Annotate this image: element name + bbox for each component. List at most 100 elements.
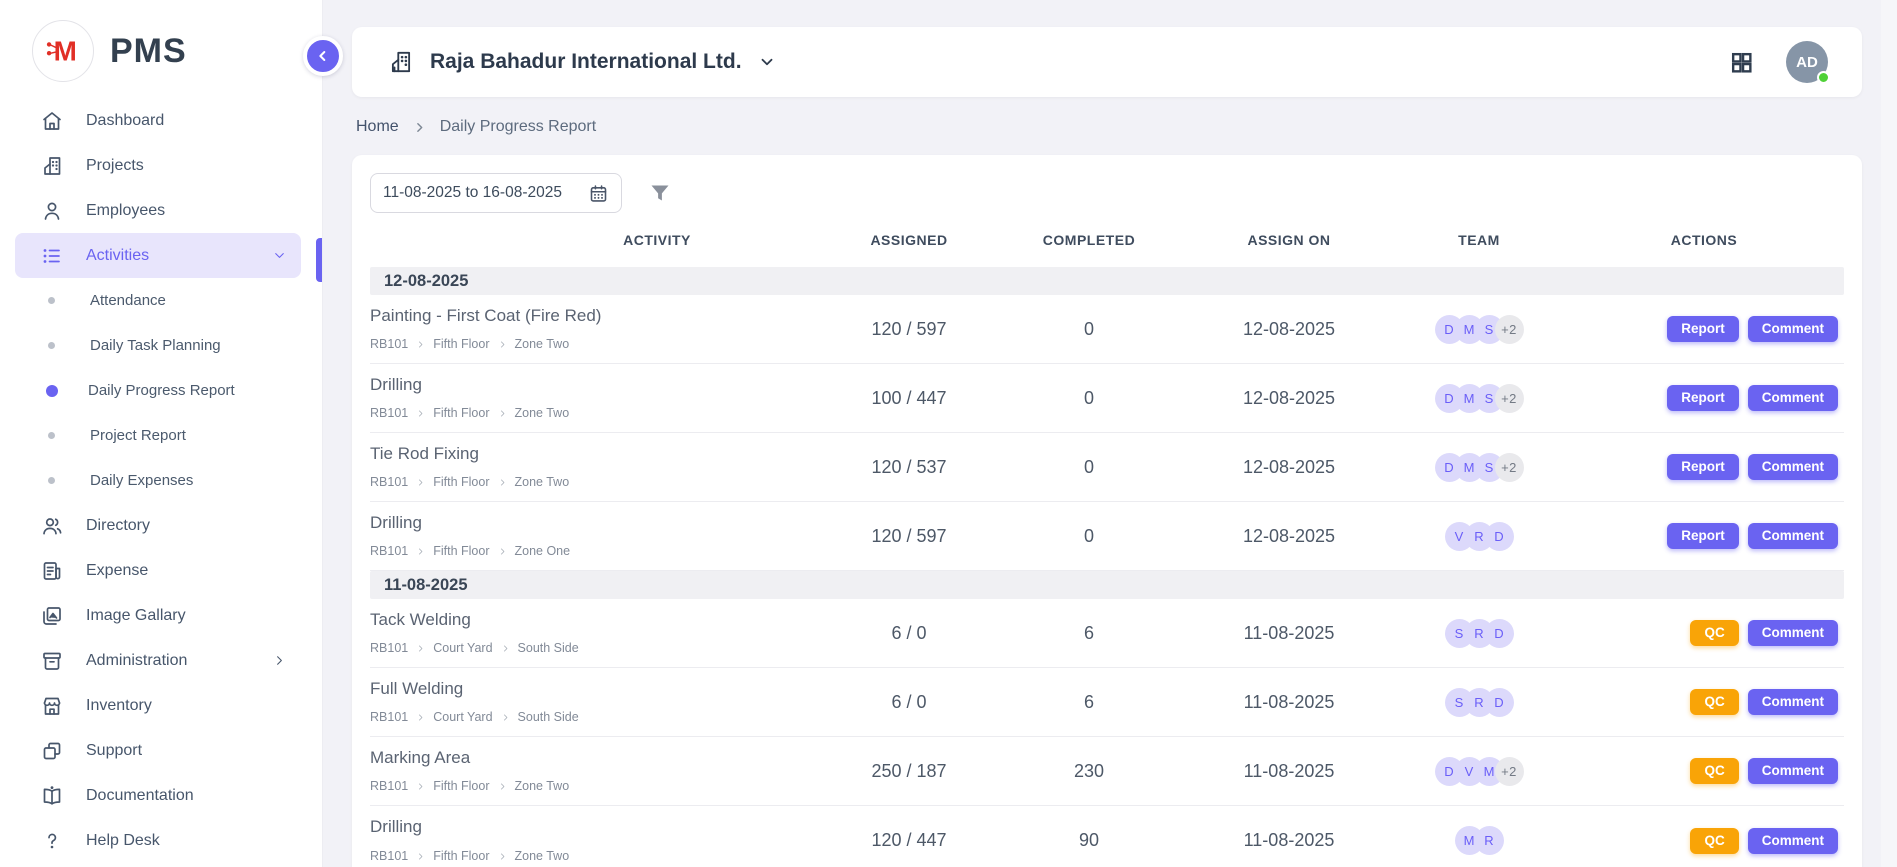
- table-row: DrillingRB101Fifth FloorZone One120 / 59…: [370, 502, 1844, 571]
- team-avatars: MR: [1455, 826, 1504, 855]
- date-range-value: 11-08-2025 to 16-08-2025: [383, 184, 562, 202]
- sidebar-item-directory[interactable]: Directory: [15, 503, 301, 548]
- sidebar-item-expense[interactable]: Expense: [15, 548, 301, 593]
- app-logo[interactable]: M PMS: [0, 0, 322, 96]
- sidebar-subitem-daily-expenses[interactable]: Daily Expenses: [0, 458, 322, 503]
- book-icon: [40, 784, 64, 808]
- activity-title: Tie Rod Fixing: [370, 444, 824, 464]
- filter-funnel-icon[interactable]: [648, 181, 672, 205]
- report-button[interactable]: Report: [1667, 316, 1739, 342]
- sidebar-subitem-daily-progress-report[interactable]: Daily Progress Report: [0, 368, 322, 413]
- comment-button[interactable]: Comment: [1748, 689, 1838, 715]
- path-chevron-icon: [498, 409, 507, 418]
- sidebar-item-documentation[interactable]: Documentation: [15, 773, 301, 818]
- chevron-right-icon: [272, 653, 287, 668]
- bullet-dot-icon: [46, 385, 58, 397]
- path-segment: Fifth Floor: [433, 544, 489, 558]
- sidebar-subitem-attendance[interactable]: Attendance: [0, 278, 322, 323]
- path-segment: RB101: [370, 544, 408, 558]
- table-row: Full WeldingRB101Court YardSouth Side6 /…: [370, 668, 1844, 737]
- company-selector[interactable]: Raja Bahadur International Ltd.: [388, 49, 776, 75]
- date-range-input[interactable]: 11-08-2025 to 16-08-2025: [370, 173, 622, 213]
- qc-button[interactable]: QC: [1690, 620, 1738, 646]
- column-header-assigned: ASSIGNED: [824, 232, 994, 248]
- list-icon: [40, 244, 64, 268]
- team-cell: SRD: [1394, 688, 1564, 717]
- team-cell: DMS+2: [1394, 315, 1564, 344]
- user-avatar[interactable]: AD: [1786, 41, 1828, 83]
- comment-button[interactable]: Comment: [1748, 454, 1838, 480]
- qc-button[interactable]: QC: [1690, 689, 1738, 715]
- team-member-badge: R: [1475, 826, 1504, 855]
- path-segment: Fifth Floor: [433, 406, 489, 420]
- sidebar-subitem-project-report[interactable]: Project Report: [0, 413, 322, 458]
- sidebar-item-help-desk[interactable]: Help Desk: [15, 818, 301, 863]
- actions-cell: Report Comment: [1564, 454, 1844, 480]
- assigned-value: 120 / 447: [824, 830, 994, 851]
- sidebar-subitem-daily-task-planning[interactable]: Daily Task Planning: [0, 323, 322, 368]
- completed-value: 0: [994, 526, 1184, 547]
- path-segment: RB101: [370, 849, 408, 863]
- path-segment: RB101: [370, 710, 408, 724]
- team-cell: DMS+2: [1394, 384, 1564, 413]
- activity-title: Drilling: [370, 375, 824, 395]
- assign-on-value: 12-08-2025: [1184, 388, 1394, 409]
- breadcrumb-home[interactable]: Home: [356, 118, 399, 136]
- team-avatars: DMS+2: [1435, 315, 1524, 344]
- activity-cell: DrillingRB101Fifth FloorZone Two: [370, 806, 824, 867]
- comment-button[interactable]: Comment: [1748, 828, 1838, 854]
- page-scrollbar[interactable]: [1881, 0, 1897, 867]
- team-extra-badge[interactable]: +2: [1495, 453, 1524, 482]
- sidebar-item-activities[interactable]: Activities: [15, 233, 301, 278]
- report-button[interactable]: Report: [1667, 523, 1739, 549]
- path-segment: South Side: [518, 710, 579, 724]
- comment-button[interactable]: Comment: [1748, 385, 1838, 411]
- activity-location-path: RB101Fifth FloorZone Two: [370, 406, 824, 420]
- archive-icon: [40, 649, 64, 673]
- apps-grid-icon[interactable]: [1729, 50, 1754, 75]
- online-status-dot: [1817, 71, 1830, 84]
- comment-button[interactable]: Comment: [1748, 316, 1838, 342]
- comment-button[interactable]: Comment: [1748, 620, 1838, 646]
- report-button[interactable]: Report: [1667, 385, 1739, 411]
- qc-button[interactable]: QC: [1690, 828, 1738, 854]
- report-button[interactable]: Report: [1667, 454, 1739, 480]
- bullet-dot-icon: [48, 297, 55, 304]
- sidebar-item-inventory[interactable]: Inventory: [15, 683, 301, 728]
- team-extra-badge[interactable]: +2: [1495, 315, 1524, 344]
- activity-title: Tack Welding: [370, 610, 824, 630]
- completed-value: 6: [994, 623, 1184, 644]
- assign-on-value: 11-08-2025: [1184, 692, 1394, 713]
- activity-cell: Tie Rod FixingRB101Fifth FloorZone Two: [370, 433, 824, 501]
- sidebar-item-support[interactable]: Support: [15, 728, 301, 773]
- sidebar-item-administration[interactable]: Administration: [15, 638, 301, 683]
- svg-text:M: M: [54, 36, 77, 67]
- sidebar-item-image-gallary[interactable]: Image Gallary: [15, 593, 301, 638]
- team-avatars: SRD: [1445, 619, 1514, 648]
- sidebar-item-projects[interactable]: Projects: [15, 143, 301, 188]
- path-chevron-icon: [498, 547, 507, 556]
- breadcrumb-current: Daily Progress Report: [440, 118, 597, 136]
- sidebar-item-dashboard[interactable]: Dashboard: [15, 98, 301, 143]
- sidebar-item-label: Expense: [86, 562, 148, 580]
- path-segment: South Side: [518, 641, 579, 655]
- comment-button[interactable]: Comment: [1748, 758, 1838, 784]
- sidebar-item-employees[interactable]: Employees: [15, 188, 301, 233]
- path-segment: Fifth Floor: [433, 849, 489, 863]
- sidebar-subitem-label: Daily Progress Report: [88, 382, 235, 399]
- comment-button[interactable]: Comment: [1748, 523, 1838, 549]
- table-row: Marking AreaRB101Fifth FloorZone Two250 …: [370, 737, 1844, 806]
- copy-icon: [40, 739, 64, 763]
- sidebar-collapse-button[interactable]: [303, 36, 343, 76]
- team-extra-badge[interactable]: +2: [1495, 384, 1524, 413]
- sidebar-item-label: Inventory: [86, 697, 152, 715]
- path-chevron-icon: [498, 340, 507, 349]
- sidebar-item-label: Support: [86, 742, 142, 760]
- activity-location-path: RB101Fifth FloorZone Two: [370, 779, 824, 793]
- app-name: PMS: [110, 32, 187, 71]
- actions-cell: QC Comment: [1564, 620, 1844, 646]
- team-cell: VRD: [1394, 522, 1564, 551]
- path-segment: RB101: [370, 641, 408, 655]
- qc-button[interactable]: QC: [1690, 758, 1738, 784]
- team-extra-badge[interactable]: +2: [1495, 757, 1524, 786]
